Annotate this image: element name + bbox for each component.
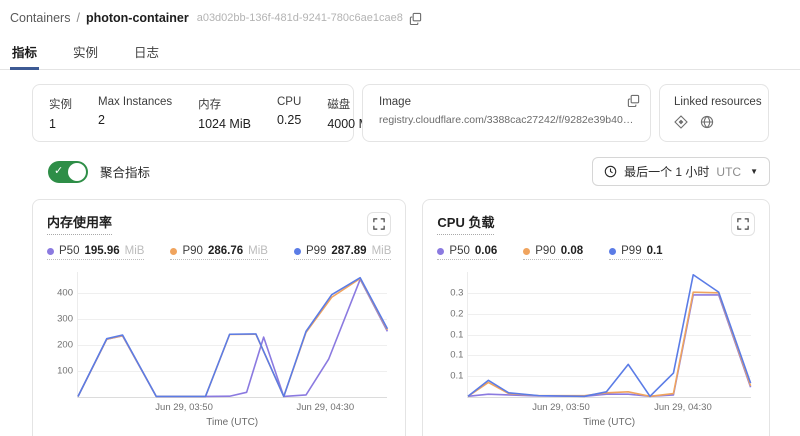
aggregate-metrics-label: 聚合指标 xyxy=(100,162,150,181)
stat-value: 1024 MiB xyxy=(198,117,251,131)
chart-plot: Jun 29, 03:50 Jun 29, 04:30 Time (UTC) 0.… xyxy=(437,268,755,426)
series-line-p50 xyxy=(468,295,751,396)
container-id: a03d02bb-136f-481d-9241-780c6ae1cae8 xyxy=(197,12,403,24)
workers-icon[interactable] xyxy=(674,115,688,129)
stat-cpu: CPU 0.25 xyxy=(277,96,301,131)
chart-title: 内存使用率 xyxy=(47,212,112,235)
breadcrumb-containers-link[interactable]: Containers xyxy=(10,11,70,25)
stat-instances: 实例 1 xyxy=(49,96,72,131)
stats-card: 实例 1 Max Instances 2 内存 1024 MiB CPU 0.2… xyxy=(32,84,354,142)
legend-dot xyxy=(609,248,616,255)
chevron-down-icon: ▼ xyxy=(750,167,758,176)
time-range-value: 最后一个 1 小时 xyxy=(624,163,709,180)
stat-label: CPU xyxy=(277,96,301,108)
legend-dot xyxy=(47,248,54,255)
tab-bar: 指标 实例 日志 xyxy=(0,35,800,70)
copy-id-button[interactable] xyxy=(409,12,422,25)
copy-icon xyxy=(627,94,640,107)
expand-icon xyxy=(373,218,385,230)
breadcrumb-separator: / xyxy=(76,11,79,25)
legend-item-p99[interactable]: P990.1 xyxy=(609,245,662,260)
legend-dot xyxy=(437,248,444,255)
stat-value: 1 xyxy=(49,117,72,131)
copy-icon xyxy=(409,12,422,25)
x-tick-label: Jun 29, 04:30 xyxy=(654,402,712,413)
legend-item-p50[interactable]: P500.06 xyxy=(437,245,497,260)
controls-row: ✓ 聚合指标 最后一个 1 小时 UTC ▼ xyxy=(48,157,770,186)
stat-value: 0.25 xyxy=(277,113,301,127)
image-label: Image xyxy=(379,96,634,108)
x-tick-label: Jun 29, 03:50 xyxy=(155,402,213,413)
check-icon: ✓ xyxy=(54,164,63,177)
y-tick-label: 0.1 xyxy=(437,371,463,382)
legend-dot xyxy=(294,248,301,255)
series-line-p90 xyxy=(468,292,751,396)
stat-value: 2 xyxy=(98,113,172,127)
toggle-knob xyxy=(68,163,86,181)
tab-logs[interactable]: 日志 xyxy=(132,35,161,69)
chart-plot: Jun 29, 03:50 Jun 29, 04:30 Time (UTC) 10… xyxy=(47,268,391,426)
image-url: registry.cloudflare.com/3388cac27242/f/9… xyxy=(379,114,634,126)
x-tick-label: Jun 29, 03:50 xyxy=(532,402,590,413)
y-tick-label: 100 xyxy=(47,365,73,376)
copy-image-button[interactable] xyxy=(627,94,640,107)
chart-legend: P500.06 P900.08 P990.1 xyxy=(437,245,755,260)
series-line-p99 xyxy=(78,278,387,397)
breadcrumb: Containers / photon-container a03d02bb-1… xyxy=(0,0,800,25)
expand-icon xyxy=(737,218,749,230)
y-tick-label: 0.2 xyxy=(437,308,463,319)
legend-dot xyxy=(170,248,177,255)
y-tick-label: 0.1 xyxy=(437,350,463,361)
time-zone: UTC xyxy=(716,165,741,179)
expand-chart-button[interactable] xyxy=(367,212,391,236)
stat-label: 实例 xyxy=(49,96,72,112)
y-tick-label: 200 xyxy=(47,339,73,350)
legend-item-p90[interactable]: P90286.76MiB xyxy=(170,245,267,260)
chart-legend: P50195.96MiB P90286.76MiB P99287.89MiB xyxy=(47,245,391,260)
globe-icon[interactable] xyxy=(700,115,714,129)
x-axis-title: Time (UTC) xyxy=(467,417,751,428)
stat-label: Max Instances xyxy=(98,96,172,108)
x-tick-label: Jun 29, 04:30 xyxy=(297,402,355,413)
y-tick-label: 400 xyxy=(47,287,73,298)
stat-memory: 内存 1024 MiB xyxy=(198,96,251,131)
tab-metrics[interactable]: 指标 xyxy=(10,35,39,69)
chart-title: CPU 负载 xyxy=(437,212,494,235)
legend-item-p99[interactable]: P99287.89MiB xyxy=(294,245,391,260)
clock-icon xyxy=(604,165,617,178)
info-cards-row: 实例 1 Max Instances 2 内存 1024 MiB CPU 0.2… xyxy=(32,84,770,142)
legend-item-p90[interactable]: P900.08 xyxy=(523,245,583,260)
y-tick-label: 0.1 xyxy=(437,329,463,340)
aggregate-metrics-toggle[interactable]: ✓ xyxy=(48,161,88,183)
y-tick-label: 0.3 xyxy=(437,287,463,298)
linked-resources-card: Linked resources xyxy=(659,84,769,142)
memory-chart-card: 内存使用率 P50195.96MiB P90286.76MiB P99287.89M… xyxy=(32,199,406,436)
tab-instances[interactable]: 实例 xyxy=(71,35,100,69)
time-range-dropdown[interactable]: 最后一个 1 小时 UTC ▼ xyxy=(592,157,770,186)
x-axis-title: Time (UTC) xyxy=(77,417,387,428)
y-tick-label: 300 xyxy=(47,313,73,324)
stat-label: 内存 xyxy=(198,96,251,112)
stat-max-instances: Max Instances 2 xyxy=(98,96,172,131)
expand-chart-button[interactable] xyxy=(731,212,755,236)
legend-item-p50[interactable]: P50195.96MiB xyxy=(47,245,144,260)
linked-resources-label: Linked resources xyxy=(674,96,754,108)
legend-dot xyxy=(523,248,530,255)
container-name: photon-container xyxy=(86,11,189,25)
charts-row: 内存使用率 P50195.96MiB P90286.76MiB P99287.89M… xyxy=(32,199,770,436)
cpu-chart-card: CPU 负载 P500.06 P900.08 P990.1 Jun 29, 03:5… xyxy=(422,199,770,436)
image-card: Image registry.cloudflare.com/3388cac272… xyxy=(362,84,651,142)
